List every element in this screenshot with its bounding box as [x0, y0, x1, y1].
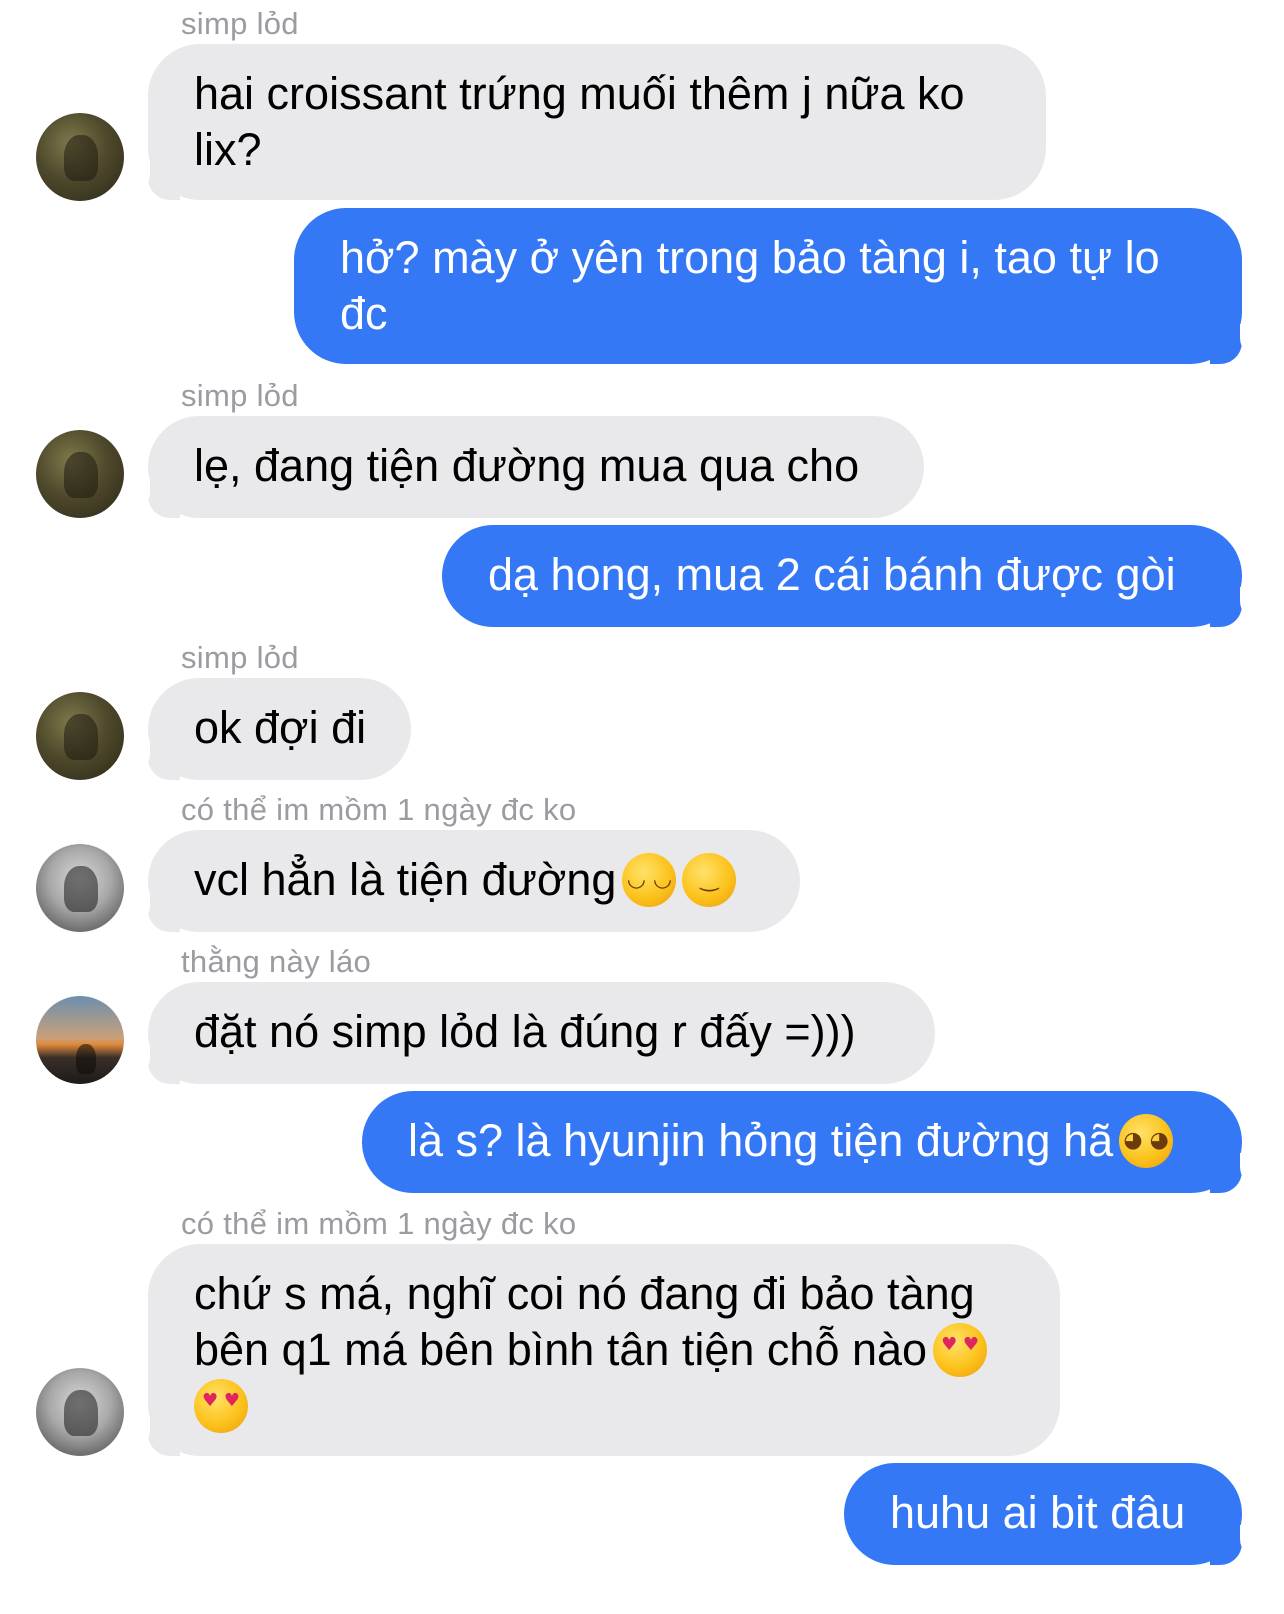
- sender-name: simp lỏd: [181, 6, 299, 41]
- bubble-tail: [1210, 324, 1258, 364]
- message-text: đặt nó simp lỏd là đúng r đấy =))): [194, 1006, 856, 1057]
- heart-eyes-face-icon: ♥ ♥: [194, 1379, 248, 1434]
- message-text: chứ s má, nghĩ coi nó đang đi bảo tàng b…: [194, 1268, 975, 1375]
- bubble-tail: [132, 740, 180, 780]
- bubble-tail: [132, 1044, 180, 1084]
- incoming-message-bubble[interactable]: chứ s má, nghĩ coi nó đang đi bảo tàng b…: [132, 1244, 1060, 1456]
- bubble-tail: [1210, 587, 1258, 627]
- outgoing-message-bubble[interactable]: là s? là hyunjin hỏng tiện đường hã ◕ ◕: [362, 1091, 1258, 1193]
- avatar-gray-icon[interactable]: [36, 844, 124, 932]
- incoming-message-bubble[interactable]: hai croissant trứng muối thêm j nữa ko l…: [132, 44, 1046, 200]
- sender-name: simp lỏd: [181, 378, 299, 413]
- sender-name: có thể im mồm 1 ngày đc ko: [181, 1206, 577, 1241]
- bubble-tail: [1210, 1153, 1258, 1193]
- incoming-message-bubble[interactable]: đặt nó simp lỏd là đúng r đấy =))): [132, 982, 935, 1084]
- avatar-green-icon[interactable]: [36, 113, 124, 201]
- pleading-face-icon: ◕ ◕: [1119, 1114, 1174, 1169]
- incoming-message-bubble[interactable]: vcl hẳn là tiện đường ◡ ◡ ‿: [132, 830, 800, 932]
- sender-name: thằng này láo: [181, 944, 372, 979]
- bubble-tail: [1210, 1525, 1258, 1565]
- message-text: dạ hong, mua 2 cái bánh được gòi: [488, 549, 1176, 600]
- message-text: huhu ai bit đâu: [890, 1487, 1186, 1538]
- incoming-message-bubble[interactable]: ok đợi đi: [132, 678, 411, 780]
- smirking-face-icon: ‿: [682, 853, 737, 908]
- outgoing-message-bubble[interactable]: dạ hong, mua 2 cái bánh được gòi: [442, 525, 1258, 627]
- message-text: lẹ, đang tiện đường mua qua cho: [194, 440, 860, 491]
- avatar-green-icon[interactable]: [36, 430, 124, 518]
- outgoing-message-bubble[interactable]: hở? mày ở yên trong bảo tàng i, tao tự l…: [294, 208, 1258, 364]
- sender-name: có thể im mồm 1 ngày đc ko: [181, 792, 577, 827]
- avatar-green-icon[interactable]: [36, 692, 124, 780]
- bubble-tail: [132, 1416, 180, 1456]
- message-text: ok đợi đi: [194, 702, 367, 753]
- avatar-gray-icon[interactable]: [36, 1368, 124, 1456]
- avatar-sunset-icon[interactable]: [36, 996, 124, 1084]
- message-text: là s? là hyunjin hỏng tiện đường hã: [408, 1115, 1114, 1166]
- sender-name: simp lỏd: [181, 640, 299, 675]
- heart-eyes-face-icon: ♥ ♥: [933, 1323, 988, 1378]
- message-text: hở? mày ở yên trong bảo tàng i, tao tự l…: [340, 232, 1160, 339]
- bubble-tail: [132, 892, 180, 932]
- incoming-message-bubble[interactable]: lẹ, đang tiện đường mua qua cho: [132, 416, 924, 518]
- message-text: hai croissant trứng muối thêm j nữa ko l…: [194, 68, 965, 175]
- outgoing-message-bubble[interactable]: huhu ai bit đâu: [844, 1463, 1258, 1565]
- bubble-tail: [132, 160, 180, 200]
- bubble-tail: [132, 478, 180, 518]
- smiling-face-icon: ◡ ◡: [622, 853, 677, 908]
- message-text: vcl hẳn là tiện đường: [194, 854, 617, 905]
